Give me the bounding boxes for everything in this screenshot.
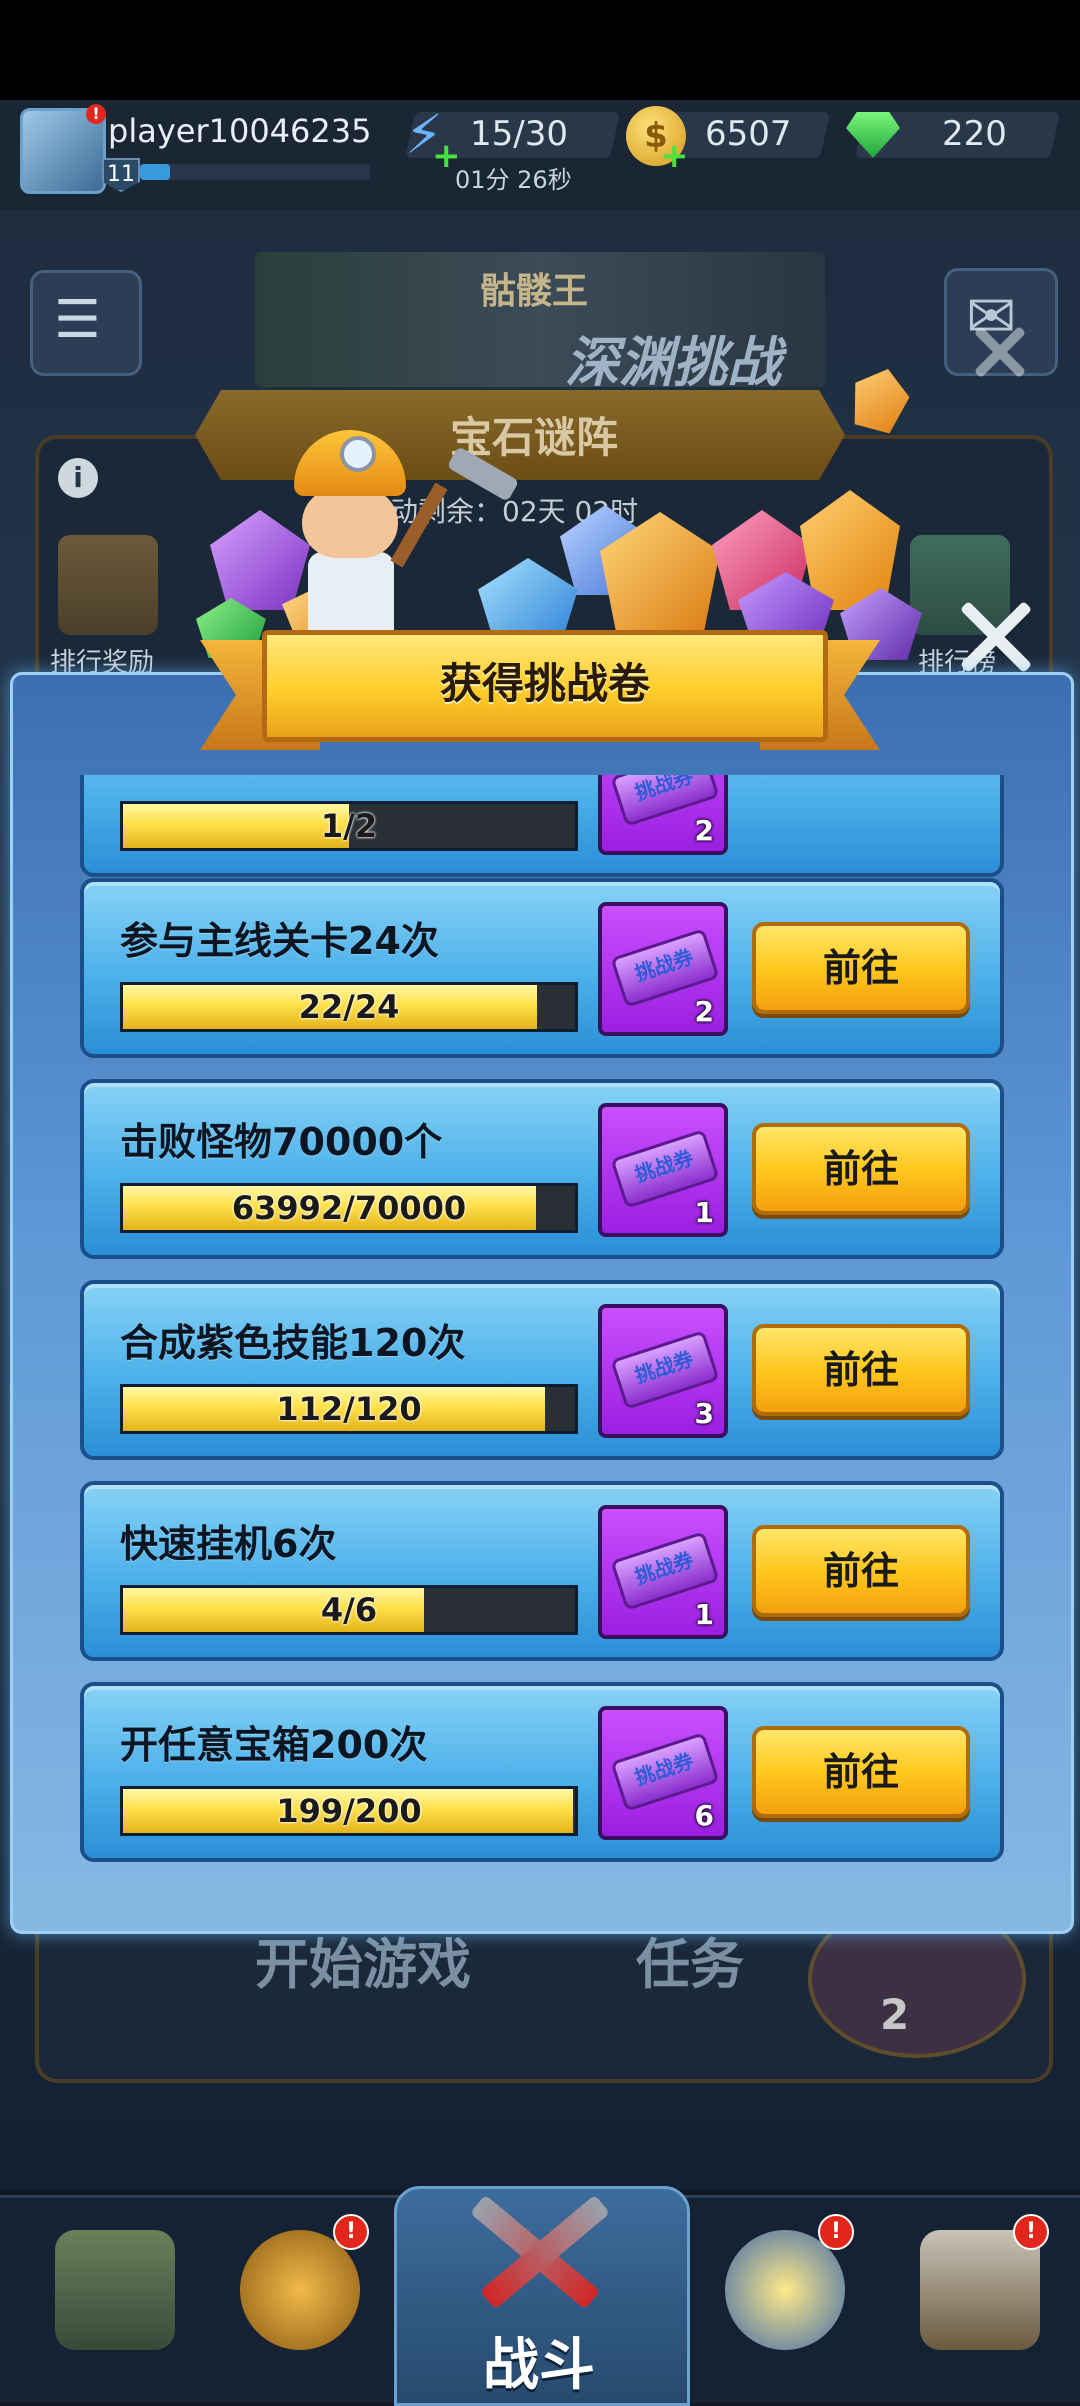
task-title: 开任意宝箱200次 <box>120 1723 428 1767</box>
task-card: 开任意宝箱200次 199/200 挑战券 6 前往 <box>80 1682 1004 1862</box>
reward-ticket-box[interactable]: 挑战券 2 <box>598 775 728 855</box>
reward-count: 2 <box>694 995 714 1028</box>
nav-guild[interactable]: ! <box>895 2210 1065 2390</box>
info-icon[interactable]: i <box>58 458 98 498</box>
go-button[interactable]: 前往 <box>752 1525 970 1617</box>
reward-ticket-box[interactable]: 挑战券 3 <box>598 1304 728 1438</box>
task-title: 快速挂机6次 <box>120 1522 337 1566</box>
go-button[interactable]: 前往 <box>752 922 970 1014</box>
task-title: 合成紫色技能120次 <box>120 1321 466 1365</box>
task-card: 合成紫色技能120次 112/120 挑战券 3 前往 <box>80 1280 1004 1460</box>
energy-timer: 01分 26秒 <box>455 166 572 194</box>
go-button[interactable]: 前往 <box>752 1726 970 1818</box>
player-name: player10046235 <box>108 112 372 150</box>
nav-skills[interactable]: ! <box>700 2210 870 2390</box>
progress-bar: 22/24 <box>120 982 578 1032</box>
go-button[interactable]: 前往 <box>752 1324 970 1416</box>
status-bar <box>0 0 1080 100</box>
progress-text: 1/2 <box>320 807 378 845</box>
task-list[interactable]: 1/2 挑战券 2 参与主线关卡24次 22/24 挑战券 2 前往 击败怪物70000个 639… <box>70 775 1010 1865</box>
nav-treasure-chest[interactable] <box>30 2210 200 2390</box>
reward-count: 1 <box>694 1196 714 1229</box>
reward-ticket-box[interactable]: 挑战券 1 <box>598 1505 728 1639</box>
progress-text: 112/120 <box>276 1390 422 1428</box>
nav-alert-badge: ! <box>1013 2214 1049 2250</box>
reward-count: 3 <box>694 1397 714 1430</box>
progress-text: 199/200 <box>276 1792 422 1830</box>
task-card: 快速挂机6次 4/6 挑战券 1 前往 <box>80 1481 1004 1661</box>
nav-hero[interactable]: ! <box>215 2210 385 2390</box>
go-button[interactable]: 前往 <box>752 1123 970 1215</box>
banner-title: 深渊挑战 <box>565 331 781 394</box>
nav-alert-badge: ! <box>818 2214 854 2250</box>
task-title: 击败怪物70000个 <box>120 1120 443 1164</box>
reward-count: 6 <box>694 1799 714 1832</box>
banner-subtitle: 骷髅王 <box>480 271 589 312</box>
progress-text: 4/6 <box>320 1591 378 1629</box>
rank-reward-gift-icon[interactable] <box>58 535 158 635</box>
miner-mascot <box>308 552 394 632</box>
progress-bar: 63992/70000 <box>120 1183 578 1233</box>
exp-bar-fill <box>140 164 170 180</box>
reward-ticket-box[interactable]: 挑战券 2 <box>598 902 728 1036</box>
progress-bar: 1/2 <box>120 801 578 851</box>
energy-value: 15/30 <box>470 114 568 154</box>
progress-text: 63992/70000 <box>231 1189 467 1227</box>
avatar-alert-badge: ! <box>86 104 106 124</box>
nav-alert-badge: ! <box>333 2214 369 2250</box>
task-card: 击败怪物70000个 63992/70000 挑战券 1 前往 <box>80 1079 1004 1259</box>
ticket-circle-count: 2 <box>880 1990 910 2039</box>
progress-text: 22/24 <box>298 988 400 1026</box>
nav-battle-label: 战斗 <box>483 2333 595 2398</box>
gem-value: 220 <box>942 114 1007 154</box>
progress-bar: 199/200 <box>120 1786 578 1836</box>
task-card: 1/2 挑战券 2 <box>80 775 1004 877</box>
progress-bar: 4/6 <box>120 1585 578 1635</box>
task-card: 参与主线关卡24次 22/24 挑战券 2 前往 <box>80 878 1004 1058</box>
list-menu-icon: ☰ <box>54 290 101 350</box>
reward-ticket-box[interactable]: 挑战券 6 <box>598 1706 728 1840</box>
reward-count: 2 <box>694 814 714 847</box>
task-title: 参与主线关卡24次 <box>120 919 439 963</box>
reward-count: 1 <box>694 1598 714 1631</box>
miner-face <box>302 488 398 558</box>
close-icon[interactable] <box>950 592 1040 682</box>
exp-bar <box>140 164 370 180</box>
coin-value: 6507 <box>705 114 792 154</box>
helmet-lamp-icon <box>340 436 376 472</box>
progress-bar: 112/120 <box>120 1384 578 1434</box>
treasure-chest-icon <box>55 2230 175 2350</box>
modal-title: 获得挑战卷 <box>439 659 650 708</box>
reward-ticket-box[interactable]: 挑战券 1 <box>598 1103 728 1237</box>
add-coin-button[interactable]: + <box>660 136 689 176</box>
mail-close-icon <box>968 320 1032 384</box>
